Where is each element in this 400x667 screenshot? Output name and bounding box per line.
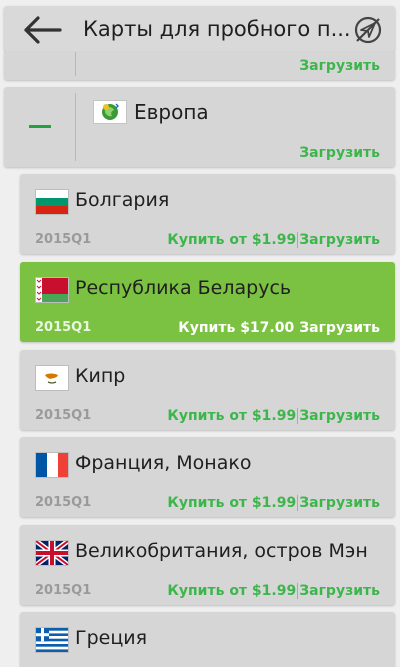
region-europe[interactable]: Европа Загрузить (4, 87, 395, 167)
flag-belarus-icon (35, 277, 69, 303)
buy-link[interactable]: Купить от $1.99 (167, 232, 296, 248)
map-version: 2015Q1 (35, 232, 92, 247)
buy-link[interactable]: Купить от $1.99 (167, 408, 296, 424)
list-item-greece[interactable]: Греция (20, 612, 395, 667)
region-name: Европа (134, 100, 209, 124)
separator (297, 583, 299, 599)
map-version: 2015Q1 (35, 320, 92, 335)
actions: Купить от $1.99 Загрузить (167, 232, 380, 248)
map-version: 2015Q1 (35, 408, 92, 423)
download-link[interactable]: Загрузить (299, 408, 380, 424)
globe-europe-icon (93, 100, 127, 124)
list-item-uk-isle-of-man[interactable]: Великобритания, остров Мэн 2015Q1 Купить… (20, 525, 395, 605)
arrow-left-icon (24, 16, 62, 44)
download-link[interactable]: Загрузить (299, 145, 380, 161)
flag-greece-icon (35, 627, 69, 653)
actions: Купить от $1.99 Загрузить (167, 408, 380, 424)
actions: Купить $17.00 Загрузить (178, 320, 380, 336)
flag-france-icon (35, 452, 69, 478)
list-item-belarus[interactable]: Республика Беларусь 2015Q1 Купить $17.00… (20, 262, 395, 342)
country-name: Великобритания, остров Мэн (75, 540, 368, 562)
download-link[interactable]: Загрузить (299, 583, 380, 599)
buy-link[interactable]: Купить от $1.99 (167, 495, 296, 511)
actions: Купить от $1.99 Загрузить (167, 583, 380, 599)
flag-uk-icon (35, 540, 69, 566)
collapse-button[interactable] (4, 87, 75, 167)
separator (297, 232, 299, 248)
list-item-partial: Загрузить (4, 52, 395, 80)
map-version: 2015Q1 (35, 495, 92, 510)
divider (75, 52, 76, 76)
country-name: Болгария (75, 189, 170, 211)
country-name: Греция (75, 627, 148, 649)
separator (297, 495, 299, 511)
gps-off-icon (354, 16, 382, 44)
gps-off-button[interactable] (352, 14, 384, 46)
flag-cyprus-icon (35, 365, 69, 391)
country-name: Франция, Монако (75, 452, 252, 474)
divider (75, 93, 76, 161)
separator (297, 408, 299, 424)
download-link[interactable]: Загрузить (299, 58, 380, 74)
back-button[interactable] (20, 15, 64, 45)
list-item-bulgaria[interactable]: Болгария 2015Q1 Купить от $1.99 Загрузит… (20, 174, 395, 254)
actions: Купить от $1.99 Загрузить (167, 495, 380, 511)
flag-bulgaria-icon (35, 189, 69, 215)
map-version: 2015Q1 (35, 583, 92, 598)
country-name: Республика Беларусь (75, 277, 292, 299)
download-link[interactable]: Загрузить (299, 232, 380, 248)
top-bar: Карты для пробного п... (4, 6, 395, 52)
buy-link[interactable]: Купить $17.00 (178, 320, 294, 336)
list-item-france-monaco[interactable]: Франция, Монако 2015Q1 Купить от $1.99 З… (20, 437, 395, 517)
download-link[interactable]: Загрузить (299, 495, 380, 511)
buy-link[interactable]: Купить от $1.99 (167, 583, 296, 599)
page-title: Карты для пробного п... (83, 17, 351, 41)
download-link[interactable]: Загрузить (299, 320, 380, 336)
country-name: Кипр (75, 365, 126, 387)
list-item-cyprus[interactable]: Кипр 2015Q1 Купить от $1.99 Загрузить (20, 350, 395, 430)
minus-icon (29, 125, 51, 128)
